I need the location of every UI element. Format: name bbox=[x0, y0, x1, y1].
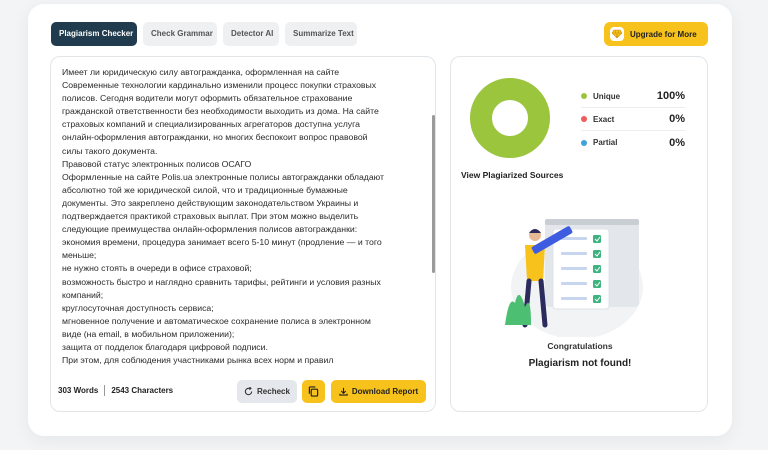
text-line: виде (на email, в мобильном приложении); bbox=[62, 328, 235, 339]
legend-value-exact: 0% bbox=[669, 113, 685, 125]
text-line: абсолютно той же юридической силой, что … bbox=[62, 184, 348, 195]
legend-partial: Partial 0% bbox=[581, 131, 685, 154]
legend-label-exact: Exact bbox=[593, 114, 615, 124]
legend-value-partial: 0% bbox=[669, 136, 685, 149]
stats-divider bbox=[104, 385, 106, 396]
text-line: Современные технологии кардинально измен… bbox=[62, 80, 377, 91]
download-report-button[interactable]: Download Report bbox=[331, 380, 426, 403]
view-plagiarized-sources-link[interactable]: View Plagiarized Sources bbox=[461, 170, 563, 180]
tab-detector-ai[interactable]: Detector AI bbox=[223, 22, 279, 46]
tab-plagiarism-checker[interactable]: Plagiarism Checker bbox=[51, 22, 137, 46]
text-line: силы такого документа. bbox=[62, 145, 158, 156]
result-legend: Unique 100% Exact 0% Partial 0% bbox=[581, 85, 685, 154]
unique-dot bbox=[581, 93, 587, 99]
diamond-icon bbox=[610, 27, 624, 41]
character-count: 2543 Characters bbox=[111, 386, 174, 395]
legend-value-unique: 100% bbox=[656, 90, 685, 102]
recheck-button[interactable]: Recheck bbox=[237, 380, 297, 403]
download-icon bbox=[339, 387, 348, 396]
copy-button[interactable] bbox=[302, 380, 325, 403]
text-line: подтверждается практикой страховых выпла… bbox=[62, 211, 359, 222]
exact-dot bbox=[581, 116, 587, 122]
tab-summarize-text[interactable]: Summarize Text bbox=[285, 22, 357, 46]
tab-check-grammar[interactable]: Check Grammar bbox=[143, 22, 217, 46]
tool-tabs: Plagiarism Checker Check Grammar Detecto… bbox=[51, 22, 357, 46]
upgrade-button[interactable]: Upgrade for More bbox=[604, 22, 708, 46]
legend-unique: Unique 100% bbox=[581, 85, 685, 108]
text-line: защита от подделок благодаря цифровой по… bbox=[62, 341, 268, 352]
checklist-illustration bbox=[505, 219, 643, 337]
legend-label-partial: Partial bbox=[593, 138, 618, 147]
refresh-icon bbox=[244, 387, 253, 396]
result-donut-chart bbox=[470, 78, 550, 158]
text-line: следующие преимущества онлайн-оформления… bbox=[62, 224, 358, 235]
text-stats: 303 Words 2543 Characters bbox=[58, 385, 173, 396]
text-line: мгновенное получение и автоматическое со… bbox=[62, 315, 371, 326]
text-line: гражданской ответственности без необходи… bbox=[62, 106, 379, 117]
partial-dot bbox=[581, 139, 587, 146]
editor-scrollbar[interactable] bbox=[432, 115, 435, 273]
text-line: онлайн-оформления автогражданки, но мног… bbox=[62, 132, 368, 143]
text-line: меньше; bbox=[62, 250, 97, 261]
legend-exact: Exact 0% bbox=[581, 108, 685, 131]
copy-icon bbox=[308, 386, 319, 397]
text-line: Оформленные на сайте Polis.ua электронны… bbox=[62, 171, 384, 182]
text-line: экономия времени, процедура занимает все… bbox=[62, 237, 382, 248]
text-line: не нужно стоять в очереди в офисе страхо… bbox=[62, 263, 252, 274]
download-label: Download Report bbox=[351, 387, 419, 396]
congrats-text: Congratulations bbox=[547, 341, 613, 351]
word-count: 303 Words bbox=[58, 386, 99, 395]
text-line: полисов. Сегодня водители могут оформить… bbox=[62, 93, 353, 104]
recheck-label: Recheck bbox=[257, 387, 290, 396]
text-line: возможность быстро и наглядно сравнить т… bbox=[62, 276, 381, 287]
text-line: При этом, для соблюдения участниками рын… bbox=[62, 355, 334, 366]
text-line: круглосуточная доступность сервиса; bbox=[62, 302, 214, 313]
text-line: Правовой статус электронных полисов ОСАГ… bbox=[62, 158, 252, 169]
text-content[interactable]: Имеет ли юридическую силу автогражданка,… bbox=[62, 66, 424, 374]
text-line: документы. Это закреплено действующим за… bbox=[62, 197, 359, 208]
upgrade-label: Upgrade for More bbox=[630, 29, 697, 39]
text-line: страховых компаний и специализированных … bbox=[62, 119, 360, 130]
text-editor[interactable]: Имеет ли юридическую силу автогражданка,… bbox=[50, 56, 436, 412]
text-line: компаний; bbox=[62, 289, 104, 300]
text-line: Имеет ли юридическую силу автогражданка,… bbox=[62, 67, 340, 77]
result-panel: Unique 100% Exact 0% Partial 0% View Pla… bbox=[450, 56, 708, 412]
plagiarism-status: Plagiarism not found! bbox=[528, 358, 632, 369]
legend-label-unique: Unique bbox=[593, 91, 621, 101]
